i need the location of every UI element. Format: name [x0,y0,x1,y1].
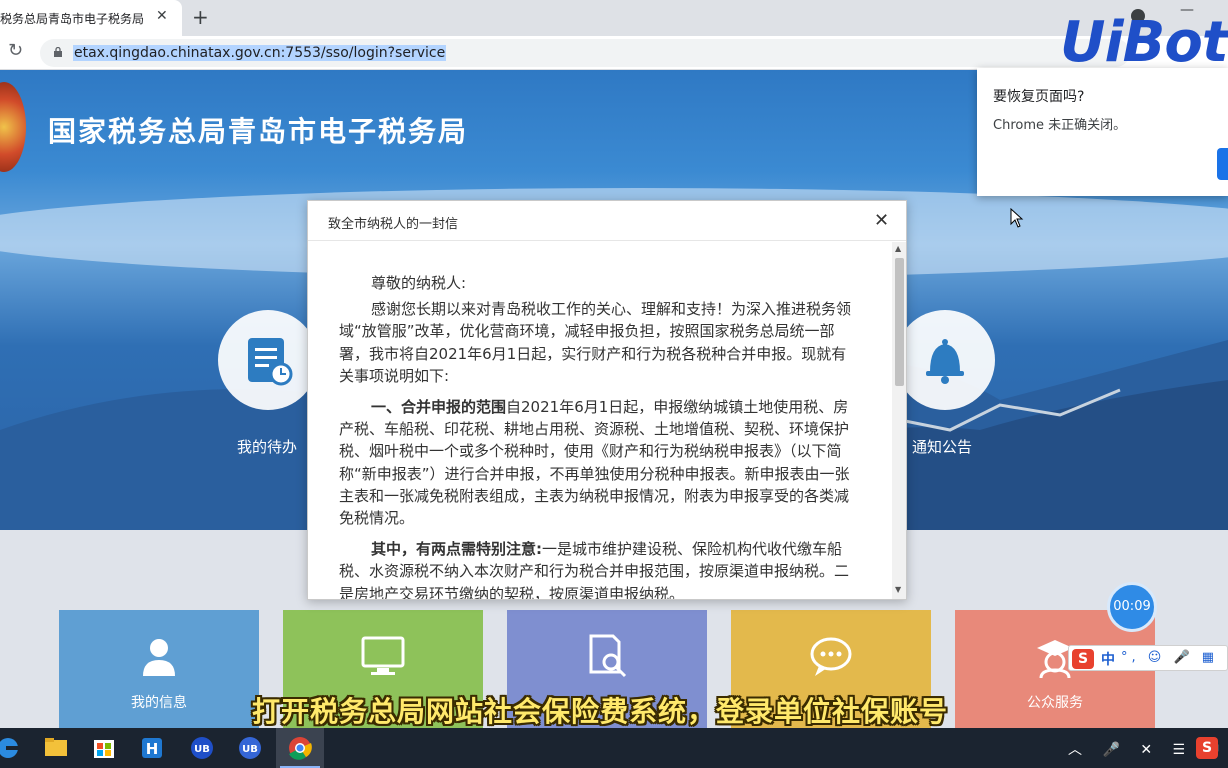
browser-tab[interactable]: 税务总局青岛市电子税务局 ✕ [0,0,182,36]
browser-toolbar: ↻ etax.qingdao.chinatax.gov.cn:7553/sso/… [0,36,1228,70]
h-app-icon[interactable]: H [128,728,176,768]
scroll-down-icon[interactable]: ▼ [895,585,901,594]
address-bar[interactable]: etax.qingdao.chinatax.gov.cn:7553/sso/lo… [40,39,1130,67]
ime-tool-icons[interactable]: °, ☺ 🎤 ▦ 👤 [1121,650,1228,665]
mouse-cursor-icon [1010,208,1024,228]
todo-button[interactable] [218,310,318,410]
svg-text:UB: UB [242,744,258,755]
lock-icon [54,47,62,57]
uibot-creator-icon[interactable]: UB [226,728,274,768]
todo-icon [248,338,293,386]
sogou-logo-icon[interactable]: S [1072,649,1094,669]
chrome-icon[interactable] [276,728,324,768]
new-tab-button[interactable]: + [192,5,209,29]
ime-mode[interactable]: 中 [1101,649,1115,669]
scroll-thumb[interactable] [895,258,904,386]
store-icon[interactable] [80,728,128,768]
restore-pages-popup: 要恢复页面吗? Chrome 未正确关闭。 [977,68,1228,196]
todo-label: 我的待办 [237,438,298,456]
user-icon [143,639,175,676]
tab-strip: 税务总局青岛市电子税务局 ✕ + — [0,0,1228,36]
uibot-logo: UiBot [1060,10,1228,75]
scroll-up-icon[interactable]: ▲ [895,244,901,253]
dialog-title: 致全市纳税人的一封信 [328,217,459,232]
recording-timer[interactable]: 00:09 [1107,582,1157,632]
paragraph-3-heading: 其中，有两点需特别注意: [371,540,542,559]
notice-label: 通知公告 [912,438,973,456]
edge-icon[interactable] [0,728,32,768]
restore-title: 要恢复页面吗? [993,89,1085,105]
ime-toolbar[interactable]: S 中 °, ☺ 🎤 ▦ 👤 [1068,645,1228,671]
letter-paragraph-3: 其中，有两点需特别注意:一是城市维护建设税、保险机构代收代缴车船税、水资源税不纳… [339,538,855,599]
dialog-body[interactable]: 尊敬的纳税人: 感谢您长期以来对青岛税收工作的关心、理解和支持！为深入推进税务领… [308,242,892,599]
url-text[interactable]: etax.qingdao.chinatax.gov.cn:7553/sso/lo… [73,45,447,61]
close-icon[interactable]: ✕ [874,210,889,231]
timer-value: 00:09 [1113,599,1151,614]
restore-message: Chrome 未正确关闭。 [993,118,1127,133]
sogou-tray-icon[interactable]: S [1196,737,1218,759]
letter-paragraph-2: 一、合并申报的范围自2021年6月1日起，申报缴纳城镇土地使用税、房产税、车船税… [339,396,855,529]
dialog-header: 致全市纳税人的一封信 ✕ [308,201,906,241]
paragraph-2-heading: 一、合并申报的范围 [371,398,507,417]
tab-close-icon[interactable]: ✕ [156,8,168,24]
svg-text:UB: UB [194,744,210,755]
letter-dialog: 致全市纳税人的一封信 ✕ 尊敬的纳税人: 感谢您长期以来对青岛税收工作的关心、理… [307,200,907,600]
search-doc-icon [589,634,627,678]
reload-icon[interactable]: ↻ [8,40,23,61]
paragraph-2-text: 自2021年6月1日起，申报缴纳城镇土地使用税、房产税、车船税、印花税、耕地占用… [339,398,850,528]
bell-icon [926,339,964,384]
svg-text:H: H [146,740,159,758]
file-explorer-icon[interactable] [32,728,80,768]
site-title: 国家税务总局青岛市电子税务局 [48,115,469,148]
dialog-scrollbar[interactable]: ▲ ▼ [892,242,906,599]
monitor-icon [361,636,405,675]
notice-button[interactable] [895,310,995,410]
chat-icon [810,637,852,676]
uibot-icon[interactable]: UB [178,728,226,768]
letter-greeting: 尊敬的纳税人: [371,274,467,292]
windows-taskbar: H UB UB ︿ 🎤 ✕ ☰ 中 S [0,728,1228,768]
restore-button[interactable] [1217,148,1228,180]
letter-paragraph-1: 感谢您长期以来对青岛税收工作的关心、理解和支持！为深入推进税务领域“放管服”改革… [339,300,852,385]
tax-emblem-logo [0,82,26,172]
video-subtitle: 打开税务总局网站社会保险费系统，登录单位社保账号 [251,695,948,728]
letter-content: 尊敬的纳税人: 感谢您长期以来对青岛税收工作的关心、理解和支持！为深入推进税务领… [339,272,855,599]
tab-title: 税务总局青岛市电子税务局 [0,12,145,26]
